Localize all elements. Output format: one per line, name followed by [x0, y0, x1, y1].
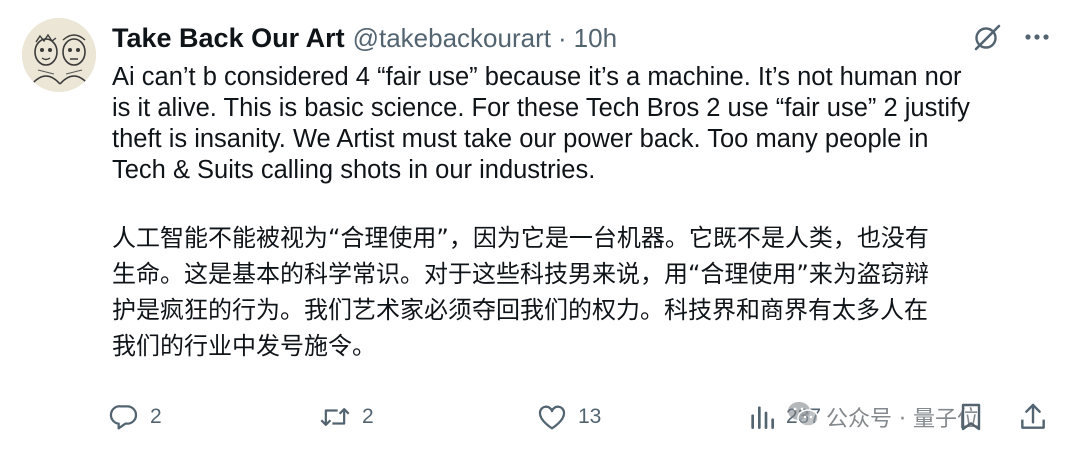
tweet-translation: 人工智能不能被视为“合理使用”，因为它是一台机器。它既不是人类，也没有 生命。这…	[112, 220, 1062, 364]
bookmark-icon	[956, 401, 986, 433]
translation-line: 我们的行业中发号施令。	[112, 332, 376, 360]
action-bar: 2 2 13 237	[108, 397, 1058, 437]
share-icon	[1018, 401, 1048, 433]
tweet-text: Ai can’t b considered 4 “fair use” becau…	[112, 62, 1062, 186]
reply-icon	[108, 401, 140, 433]
grok-icon[interactable]	[972, 22, 1002, 52]
avatar[interactable]	[22, 18, 96, 92]
tweet-text-line: theft is insanity. We Artist must take o…	[112, 125, 929, 153]
repost-icon	[318, 401, 352, 433]
reply-count: 2	[150, 405, 162, 428]
header-actions	[972, 22, 1052, 52]
header-separator: ·	[557, 22, 567, 53]
repost-button[interactable]: 2	[318, 397, 374, 437]
views-count: 237	[786, 405, 822, 428]
reply-button[interactable]: 2	[108, 397, 162, 437]
translation-line: 人工智能不能被视为“合理使用”，因为它是一台机器。它既不是人类，也没有	[112, 224, 929, 252]
views-icon	[748, 401, 776, 433]
like-icon	[536, 401, 568, 433]
more-icon[interactable]	[1022, 22, 1052, 52]
share-button[interactable]	[1018, 397, 1048, 437]
bookmark-button[interactable]	[956, 397, 986, 437]
avatar-sketch-image	[22, 18, 96, 92]
tweet-text-line: Tech & Suits calling shots in our indust…	[112, 156, 596, 184]
tweet-text-line: Ai can’t b considered 4 “fair use” becau…	[112, 63, 962, 91]
like-button[interactable]: 13	[536, 397, 601, 437]
author-handle[interactable]: @takebackourart	[353, 23, 551, 54]
tweet-timestamp[interactable]: 10h	[574, 23, 617, 54]
views-button[interactable]: 237	[748, 397, 821, 437]
like-count: 13	[578, 405, 602, 428]
translation-line: 生命。这是基本的科学常识。对于这些科技男来说，用“合理使用”来为盗窃辩	[112, 260, 929, 288]
tweet-header: Take Back Our Art @takebackourart · 10h	[112, 18, 617, 58]
translation-line: 护是疯狂的行为。我们艺术家必须夺回我们的权力。科技界和商界有太多人在	[112, 296, 928, 324]
repost-count: 2	[362, 405, 374, 428]
tweet-text-line: is it alive. This is basic science. For …	[112, 94, 970, 122]
author-display-name[interactable]: Take Back Our Art	[112, 23, 345, 54]
tweet: Take Back Our Art @takebackourart · 10h …	[0, 0, 1080, 458]
